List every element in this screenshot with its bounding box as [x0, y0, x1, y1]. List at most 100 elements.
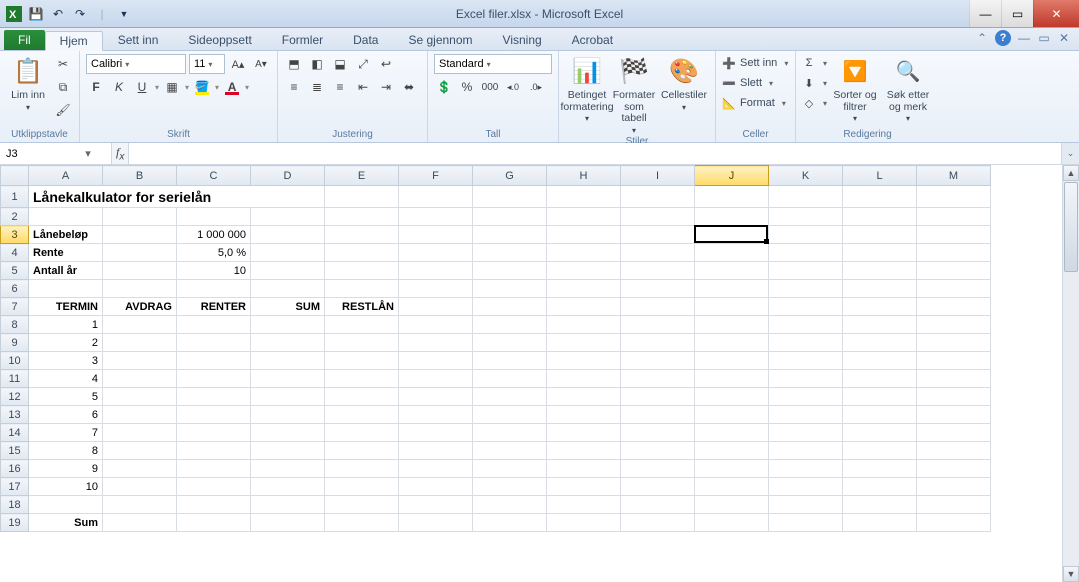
- cell-K2[interactable]: [769, 208, 843, 226]
- cell-D18[interactable]: [251, 496, 325, 514]
- cell-L19[interactable]: [843, 514, 917, 532]
- cell-I9[interactable]: [621, 334, 695, 352]
- cell-J9[interactable]: [695, 334, 769, 352]
- excel-app-icon[interactable]: X: [4, 4, 24, 24]
- cell-I11[interactable]: [621, 370, 695, 388]
- font-color-icon[interactable]: A: [222, 77, 242, 97]
- cell-E19[interactable]: [325, 514, 399, 532]
- cell-D5[interactable]: [251, 262, 325, 280]
- cell-C8[interactable]: [177, 316, 251, 334]
- cell-I8[interactable]: [621, 316, 695, 334]
- column-header-G[interactable]: G: [473, 166, 547, 186]
- cell-G16[interactable]: [473, 460, 547, 478]
- cell-C19[interactable]: [177, 514, 251, 532]
- cell-D11[interactable]: [251, 370, 325, 388]
- cell-K13[interactable]: [769, 406, 843, 424]
- cell-J19[interactable]: [695, 514, 769, 532]
- cell-F8[interactable]: [399, 316, 473, 334]
- formula-input[interactable]: [129, 143, 1061, 164]
- cell-I17[interactable]: [621, 478, 695, 496]
- cell-C13[interactable]: [177, 406, 251, 424]
- cell-A7[interactable]: TERMIN: [29, 298, 103, 316]
- cell-F9[interactable]: [399, 334, 473, 352]
- cell-F6[interactable]: [399, 280, 473, 298]
- cell-L13[interactable]: [843, 406, 917, 424]
- decrease-decimal-icon[interactable]: .0▸: [526, 77, 546, 97]
- cell-C2[interactable]: [177, 208, 251, 226]
- cell-I2[interactable]: [621, 208, 695, 226]
- cell-D14[interactable]: [251, 424, 325, 442]
- cell-M4[interactable]: [917, 244, 991, 262]
- cell-C4[interactable]: 5,0 %: [177, 244, 251, 262]
- thousands-icon[interactable]: 000: [480, 77, 500, 97]
- cell-H11[interactable]: [547, 370, 621, 388]
- help-icon[interactable]: ?: [995, 30, 1011, 46]
- cell-G17[interactable]: [473, 478, 547, 496]
- cell-H19[interactable]: [547, 514, 621, 532]
- column-header-E[interactable]: E: [325, 166, 399, 186]
- cell-F13[interactable]: [399, 406, 473, 424]
- cell-M13[interactable]: [917, 406, 991, 424]
- cell-K5[interactable]: [769, 262, 843, 280]
- cell-L5[interactable]: [843, 262, 917, 280]
- cell-L15[interactable]: [843, 442, 917, 460]
- cell-G3[interactable]: [473, 226, 547, 244]
- cell-A2[interactable]: [29, 208, 103, 226]
- cell-K14[interactable]: [769, 424, 843, 442]
- cell-C6[interactable]: [177, 280, 251, 298]
- cell-F19[interactable]: [399, 514, 473, 532]
- merge-icon[interactable]: ⬌: [399, 77, 419, 97]
- mdi-restore-icon[interactable]: ▭: [1037, 31, 1051, 45]
- cell-I4[interactable]: [621, 244, 695, 262]
- column-header-L[interactable]: L: [843, 166, 917, 186]
- cell-H16[interactable]: [547, 460, 621, 478]
- cell-G9[interactable]: [473, 334, 547, 352]
- cell-G15[interactable]: [473, 442, 547, 460]
- column-header-K[interactable]: K: [769, 166, 843, 186]
- close-button[interactable]: ✕: [1033, 0, 1079, 27]
- cell-L8[interactable]: [843, 316, 917, 334]
- cell-K18[interactable]: [769, 496, 843, 514]
- cell-K12[interactable]: [769, 388, 843, 406]
- cell-B3[interactable]: [103, 226, 177, 244]
- cell-D16[interactable]: [251, 460, 325, 478]
- cell-B6[interactable]: [103, 280, 177, 298]
- row-header-16[interactable]: 16: [1, 460, 29, 478]
- sort-filter-button[interactable]: 🔽Sorter og filtrer▾: [830, 54, 880, 124]
- percent-icon[interactable]: %: [457, 77, 477, 97]
- cell-L11[interactable]: [843, 370, 917, 388]
- cell-L1[interactable]: [843, 186, 917, 208]
- row-header-1[interactable]: 1: [1, 186, 29, 208]
- name-box[interactable]: ▾: [0, 143, 112, 164]
- cell-F12[interactable]: [399, 388, 473, 406]
- bold-button[interactable]: F: [86, 77, 106, 97]
- borders-icon[interactable]: ▦: [162, 77, 182, 97]
- cell-H5[interactable]: [547, 262, 621, 280]
- cell-M5[interactable]: [917, 262, 991, 280]
- font-size-select[interactable]: 11▾: [189, 54, 225, 74]
- cell-H13[interactable]: [547, 406, 621, 424]
- cell-D8[interactable]: [251, 316, 325, 334]
- cell-F15[interactable]: [399, 442, 473, 460]
- cell-D3[interactable]: [251, 226, 325, 244]
- qat-customize-icon[interactable]: ▼: [114, 4, 134, 24]
- cell-H6[interactable]: [547, 280, 621, 298]
- cell-J1[interactable]: [695, 186, 769, 208]
- find-select-button[interactable]: 🔍Søk etter og merk▾: [883, 54, 933, 124]
- cell-H18[interactable]: [547, 496, 621, 514]
- indent-increase-icon[interactable]: ⇥: [376, 77, 396, 97]
- cell-K3[interactable]: [769, 226, 843, 244]
- cell-F7[interactable]: [399, 298, 473, 316]
- cell-M6[interactable]: [917, 280, 991, 298]
- scroll-thumb[interactable]: [1064, 182, 1078, 272]
- cell-E16[interactable]: [325, 460, 399, 478]
- cell-D4[interactable]: [251, 244, 325, 262]
- name-box-dropdown-icon[interactable]: ▾: [80, 147, 96, 160]
- cell-I3[interactable]: [621, 226, 695, 244]
- cell-K4[interactable]: [769, 244, 843, 262]
- cell-D2[interactable]: [251, 208, 325, 226]
- cell-A14[interactable]: 7: [29, 424, 103, 442]
- save-icon[interactable]: 💾: [26, 4, 46, 24]
- cell-I7[interactable]: [621, 298, 695, 316]
- column-header-M[interactable]: M: [917, 166, 991, 186]
